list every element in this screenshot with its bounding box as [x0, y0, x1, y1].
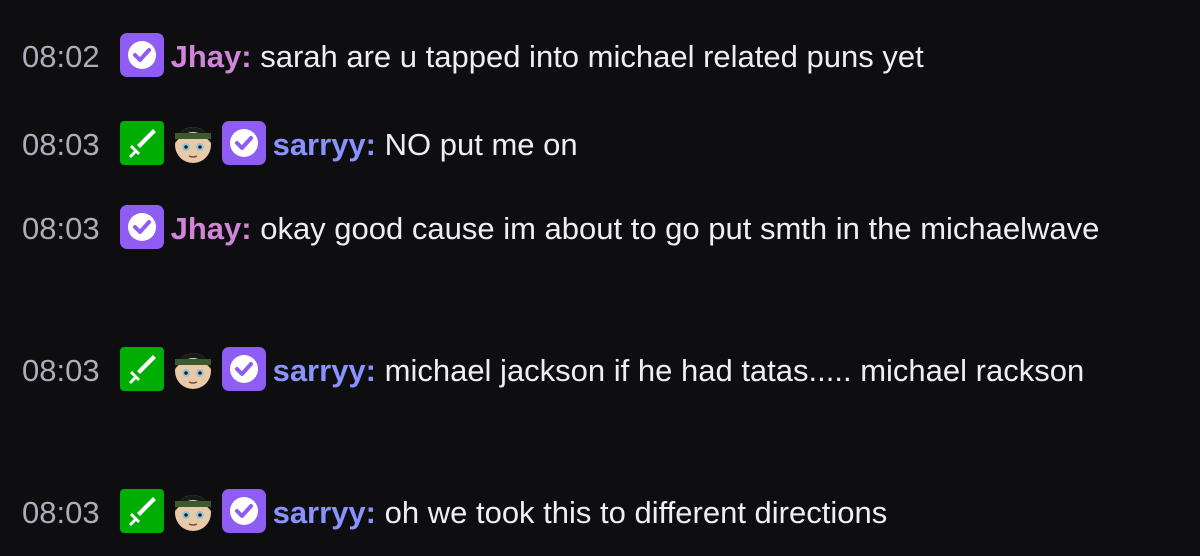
timestamp: 08:02 [22, 38, 100, 74]
moderator-sword-icon[interactable] [119, 346, 164, 391]
username[interactable]: Jhay [171, 39, 242, 74]
verified-badge-icon[interactable] [119, 32, 164, 77]
timestamp: 08:03 [22, 126, 100, 162]
timestamp: 08:03 [22, 494, 100, 530]
avatar-emote-icon[interactable] [171, 489, 215, 533]
username[interactable]: sarryy [273, 495, 366, 530]
chat-message: 08:03 Jhay: okay good cause im about to g… [22, 200, 1182, 256]
timestamp: 08:03 [22, 352, 100, 388]
message-text: sarah are u tapped into michael related … [260, 38, 924, 74]
username[interactable]: Jhay [171, 211, 242, 246]
verified-badge-icon[interactable] [221, 346, 266, 391]
message-text: michael jackson if he had tatas..... mic… [384, 352, 1085, 388]
username[interactable]: sarryy [273, 353, 366, 388]
chat-message: 08:03 sarryy: NO put me on [22, 116, 1182, 172]
moderator-sword-icon[interactable] [119, 488, 164, 533]
verified-badge-icon[interactable] [221, 488, 266, 533]
verified-badge-icon[interactable] [221, 120, 266, 165]
moderator-sword-icon[interactable] [119, 120, 164, 165]
verified-badge-icon[interactable] [119, 204, 164, 249]
avatar-emote-icon[interactable] [171, 121, 215, 165]
chat-message: 08:03 sarryy: oh we took this to differen… [22, 484, 1182, 540]
avatar-emote-icon[interactable] [171, 347, 215, 391]
chat-message: 08:02 Jhay: sarah are u tapped into micha… [22, 28, 1182, 84]
message-text: NO put me on [384, 126, 578, 162]
chat-message: 08:03 sarryy: michael jackson if he had t… [22, 342, 1182, 398]
timestamp: 08:03 [22, 210, 100, 246]
message-text: oh we took this to different directions [384, 494, 888, 530]
message-text: okay good cause im about to go put smth … [260, 210, 1100, 246]
username[interactable]: sarryy [273, 127, 366, 162]
